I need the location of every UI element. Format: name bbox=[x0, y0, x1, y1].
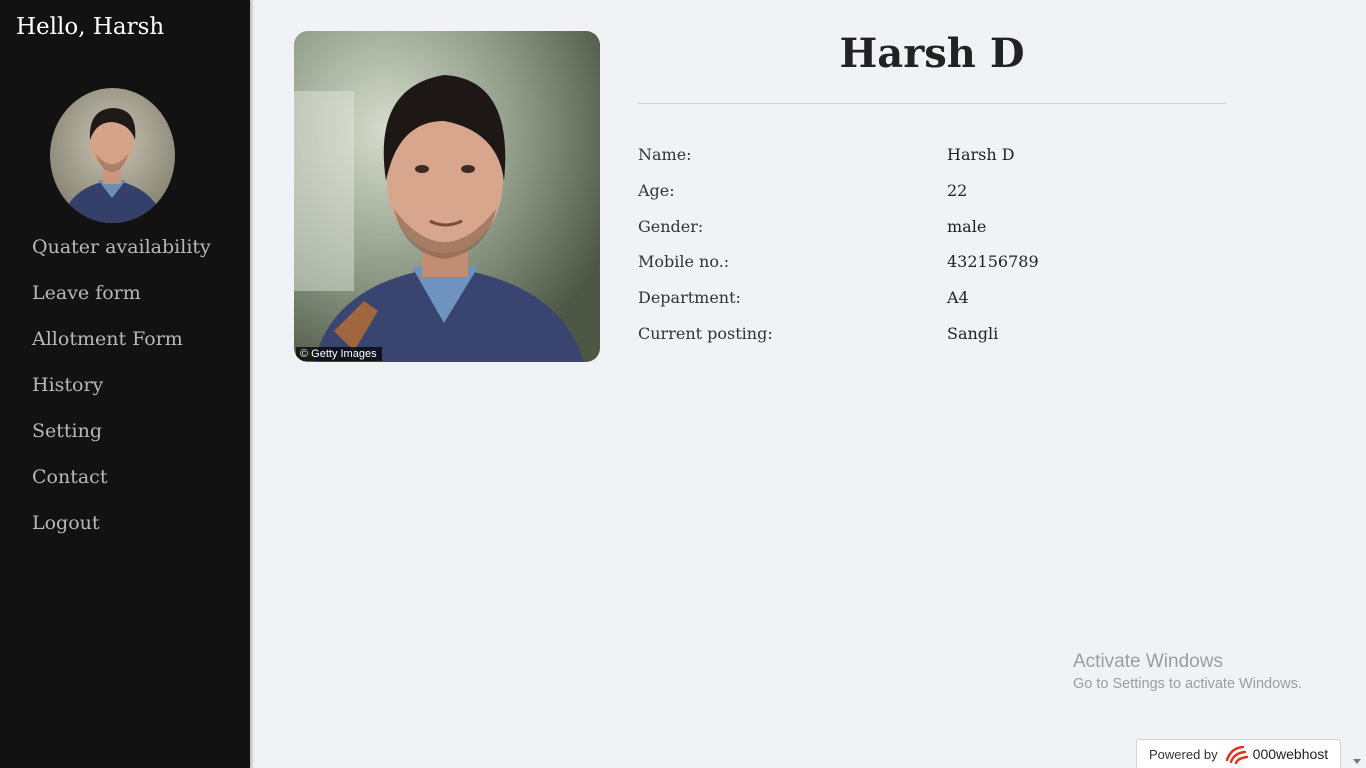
profile-portrait-icon bbox=[294, 31, 600, 362]
detail-value: A4 bbox=[947, 288, 969, 308]
nav-item-leave-form[interactable]: Leave form bbox=[0, 276, 250, 322]
nav-item-contact[interactable]: Contact bbox=[0, 460, 250, 506]
profile-photo: © Getty Images bbox=[294, 31, 600, 362]
nav-item-setting[interactable]: Setting bbox=[0, 414, 250, 460]
powered-by-brand: 000webhost bbox=[1252, 746, 1329, 762]
user-avatar bbox=[50, 88, 175, 223]
watermark-subtitle: Go to Settings to activate Windows. bbox=[1073, 676, 1302, 692]
detail-row-mobile: Mobile no.: 432156789 bbox=[638, 252, 1226, 288]
powered-by-badge[interactable]: Powered by 000webhost bbox=[1136, 739, 1341, 768]
detail-row-age: Age: 22 bbox=[638, 181, 1226, 217]
detail-label: Gender: bbox=[638, 216, 704, 236]
sidebar-nav: Quater availability Leave form Allotment… bbox=[0, 230, 250, 552]
nav-item-quater-availability[interactable]: Quater availability bbox=[0, 230, 250, 276]
detail-row-department: Department: A4 bbox=[638, 288, 1226, 324]
detail-row-name: Name: Harsh D bbox=[638, 145, 1226, 181]
avatar-portrait-icon bbox=[50, 88, 175, 223]
detail-value: 22 bbox=[947, 180, 968, 200]
detail-value: male bbox=[947, 216, 987, 236]
scroll-down-arrow-icon[interactable] bbox=[1353, 759, 1361, 764]
nav-item-history[interactable]: History bbox=[0, 368, 250, 414]
profile-name-heading: Harsh D bbox=[839, 30, 1025, 77]
detail-value: 432156789 bbox=[947, 252, 1039, 272]
nav-item-logout[interactable]: Logout bbox=[0, 506, 250, 552]
photo-credit: © Getty Images bbox=[296, 347, 382, 361]
detail-label: Age: bbox=[638, 180, 675, 200]
watermark-title: Activate Windows bbox=[1073, 651, 1223, 672]
detail-label: Mobile no.: bbox=[638, 252, 730, 272]
greeting: Hello, Harsh bbox=[16, 14, 165, 40]
profile-details: Name: Harsh D Age: 22 Gender: male Mobil… bbox=[638, 145, 1226, 360]
nav-item-allotment-form[interactable]: Allotment Form bbox=[0, 322, 250, 368]
detail-value: Harsh D bbox=[947, 145, 1015, 164]
000webhost-logo-icon bbox=[1225, 744, 1249, 764]
detail-label: Name: bbox=[638, 145, 692, 164]
divider bbox=[638, 103, 1226, 104]
sidebar: Hello, Harsh Quater availability Leave f… bbox=[0, 0, 250, 768]
vertical-scrollbar[interactable] bbox=[1349, 0, 1366, 768]
detail-label: Department: bbox=[638, 288, 741, 308]
powered-by-label: Powered by bbox=[1149, 746, 1218, 762]
detail-value: Sangli bbox=[947, 323, 999, 343]
detail-row-current-posting: Current posting: Sangli bbox=[638, 324, 1226, 360]
detail-row-gender: Gender: male bbox=[638, 217, 1226, 253]
activate-windows-watermark: Activate Windows Go to Settings to activ… bbox=[1073, 651, 1302, 695]
detail-label: Current posting: bbox=[638, 323, 773, 343]
